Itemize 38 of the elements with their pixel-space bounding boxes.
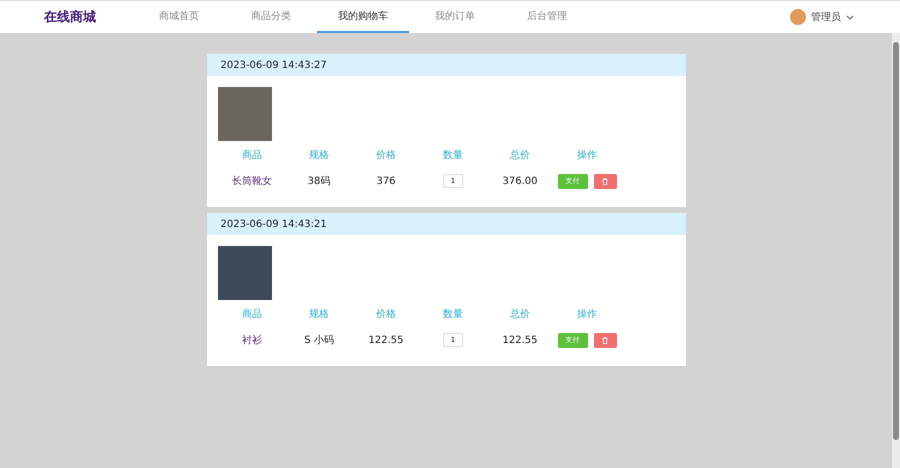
nav-tab[interactable]: 我的购物车 [317,1,409,33]
column-header: 操作 [577,308,597,322]
spec-cell-text: 38码 [308,175,330,189]
nav-tab[interactable]: 我的订单 [409,1,501,33]
product-link[interactable]: 衬衫 [242,328,262,352]
trash-icon [602,178,608,184]
column-header: 价格 [376,148,396,163]
nav-tab[interactable]: 商城首页 [133,1,225,33]
chevron-down-icon[interactable] [846,14,854,20]
delete-button[interactable] [594,174,616,188]
column-header: 商品 [242,148,262,163]
column-header: 操作 [577,149,597,163]
nav-tab[interactable]: 后台管理 [501,1,593,33]
price-cell-text: 376 [376,174,396,188]
column-header: 总价 [510,148,530,163]
order-time: 2023-06-09 14:43:21 [206,213,686,235]
nav-tab[interactable]: 商品分类 [225,1,317,33]
product-link[interactable]: 长筒靴女 [232,169,272,193]
user-menu[interactable]: 管理员 [811,10,841,24]
column-header: 数量 [443,149,463,163]
column-header: 规格 [309,148,329,163]
site-logo[interactable]: 在线商城 [0,1,133,33]
column-header: 规格 [309,308,329,322]
order-time: 2023-06-09 14:43:27 [206,54,686,76]
delete-button[interactable] [594,332,616,348]
total-cell-text: 376.00 [502,174,538,188]
spec-cell-text: S 小码 [304,334,334,348]
photo-placeholder [218,87,272,141]
column-header: 总价 [510,308,530,322]
photo-placeholder [218,246,272,300]
scrollbar[interactable] [892,33,900,468]
avatar-icon[interactable] [790,9,806,25]
column-header: 商品 [242,308,262,322]
price-cell-text: 122.55 [368,334,404,348]
column-header: 数量 [443,308,463,322]
column-header: 价格 [376,308,396,322]
trash-icon [602,336,608,344]
total-cell-text: 122.55 [502,334,538,348]
